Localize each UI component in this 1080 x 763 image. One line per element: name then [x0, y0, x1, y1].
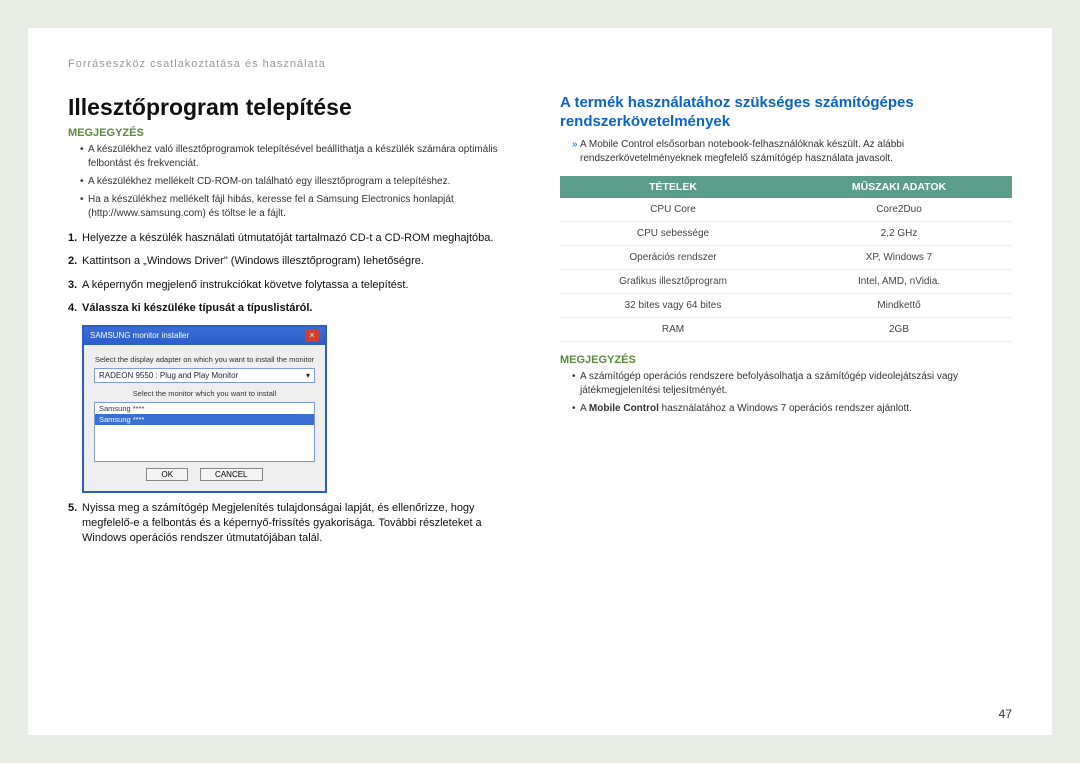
dialog-buttons: OK CANCEL: [94, 462, 315, 483]
bullet-item: A Mobile Control elsősorban notebook-fel…: [572, 138, 1012, 166]
section-title-right: A termék használatához szükséges számító…: [560, 94, 1012, 132]
step-2: 2.Kattintson a „Windows Driver" (Windows…: [68, 254, 520, 269]
bullet-item: A számítógép operációs rendszere befolyá…: [572, 370, 1012, 398]
step-5: 5.Nyissa meg a számítógép Megjelenítés t…: [68, 501, 520, 547]
dialog-instruction: Select the display adapter on which you …: [94, 355, 315, 364]
chevron-down-icon: ▾: [306, 371, 310, 380]
section-title-left: Illesztőprogram telepítése: [68, 94, 520, 121]
left-column: Illesztőprogram telepítése MEGJEGYZÉS A …: [68, 94, 520, 555]
note-label-right: MEGJEGYZÉS: [560, 354, 1012, 366]
table-row: Grafikus illesztőprogramIntel, AMD, nVid…: [560, 269, 1012, 293]
bullet-item: A készülékhez mellékelt CD-ROM-on találh…: [80, 175, 520, 189]
note-bullets-right: A számítógép operációs rendszere befolyá…: [560, 370, 1012, 416]
dialog-title: SAMSUNG monitor installer: [90, 331, 189, 340]
intro-bullet: A Mobile Control elsősorban notebook-fel…: [560, 138, 1012, 166]
spec-table: TÉTELEK MŰSZAKI ADATOK CPU CoreCore2Duo …: [560, 176, 1012, 342]
table-row: Operációs rendszerXP, Windows 7: [560, 245, 1012, 269]
bullet-item: A Mobile Control használatához a Windows…: [572, 402, 1012, 416]
bullet-item: Ha a készülékhez mellékelt fájl hibás, k…: [80, 193, 520, 221]
dialog-instruction: Select the monitor which you want to ins…: [94, 389, 315, 398]
list-item-selected[interactable]: Samsung ****: [95, 414, 314, 425]
table-header: TÉTELEK: [560, 176, 786, 198]
step-4: 4.Válassza ki készüléke típusát a típusl…: [68, 301, 520, 316]
step-1: 1.Helyezze a készülék használati útmutat…: [68, 231, 520, 246]
document-page: Forráseszköz csatlakoztatása és használa…: [28, 28, 1052, 735]
close-icon[interactable]: ×: [305, 330, 319, 342]
two-column-layout: Illesztőprogram telepítése MEGJEGYZÉS A …: [68, 94, 1012, 555]
bullet-item: A készülékhez való illesztőprogramok tel…: [80, 143, 520, 171]
adapter-dropdown[interactable]: RADEON 9550 : Plug and Play Monitor ▾: [94, 368, 315, 383]
breadcrumb: Forráseszköz csatlakoztatása és használa…: [68, 58, 1012, 70]
ok-button[interactable]: OK: [146, 468, 188, 481]
table-row: 32 bites vagy 64 bitesMindkettő: [560, 293, 1012, 317]
right-column: A termék használatához szükséges számító…: [560, 94, 1012, 555]
note-bullets-left: A készülékhez való illesztőprogramok tel…: [68, 143, 520, 221]
note-label-left: MEGJEGYZÉS: [68, 127, 520, 139]
monitor-list[interactable]: Samsung **** Samsung ****: [94, 402, 315, 462]
list-item[interactable]: Samsung ****: [95, 403, 314, 414]
table-header: MŰSZAKI ADATOK: [786, 176, 1012, 198]
table-row: CPU CoreCore2Duo: [560, 198, 1012, 222]
step-3: 3.A képernyőn megjelenő instrukciókat kö…: [68, 278, 520, 293]
table-row: RAM2GB: [560, 317, 1012, 341]
table-row: CPU sebessége2,2 GHz: [560, 221, 1012, 245]
installer-dialog: SAMSUNG monitor installer × Select the d…: [82, 325, 327, 493]
page-number: 47: [999, 707, 1012, 721]
dialog-titlebar: SAMSUNG monitor installer ×: [84, 327, 325, 345]
dialog-body: Select the display adapter on which you …: [84, 345, 325, 491]
cancel-button[interactable]: CANCEL: [200, 468, 262, 481]
